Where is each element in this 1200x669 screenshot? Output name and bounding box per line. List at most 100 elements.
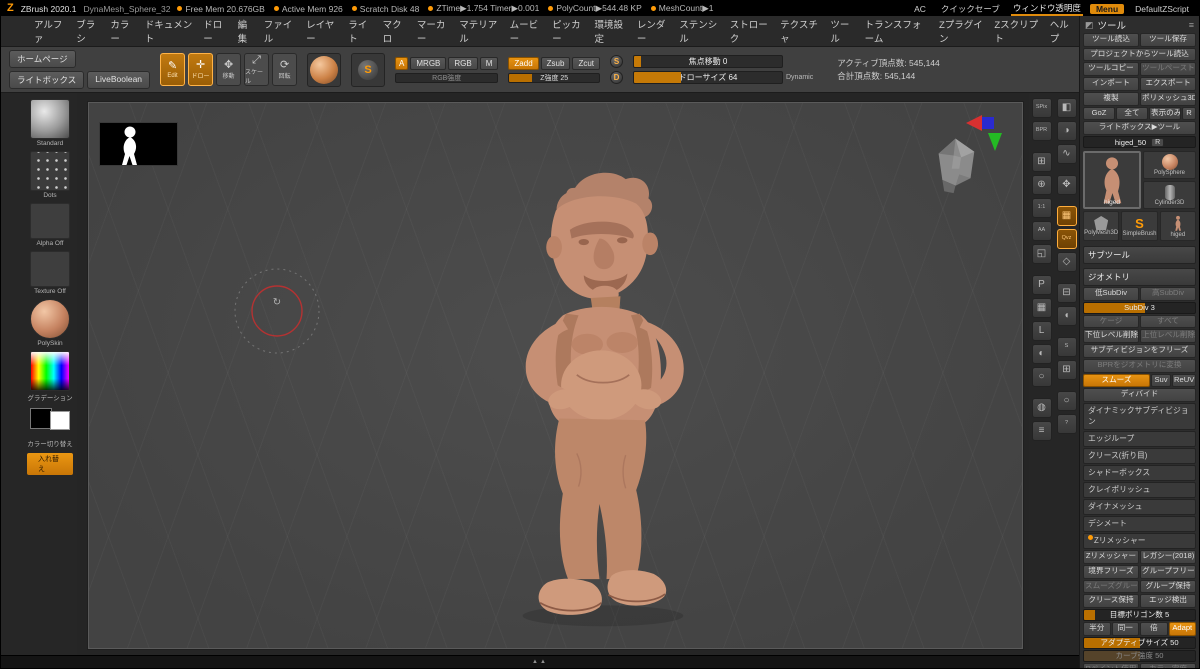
menubar-item[interactable]: トランスフォーム (860, 16, 934, 46)
panel-slider[interactable]: 目標ポリゴン数 5 (1083, 608, 1196, 621)
menubar-item[interactable]: Zスクリプト (989, 16, 1044, 46)
secondary-color-swatch[interactable] (50, 411, 70, 430)
window-opacity-button[interactable]: ウィンドウ透明度 (1010, 2, 1083, 16)
ghost-icon[interactable]: ◍ (1031, 398, 1052, 418)
draw-mode-button[interactable]: ✛ ドロー (188, 53, 214, 86)
transp-icon[interactable]: ○ (1031, 367, 1052, 387)
menu-button[interactable]: Menu (1089, 3, 1125, 14)
panel-button[interactable]: ライトボックス▶ツール (1083, 121, 1196, 136)
panel-button[interactable]: エクスポート (1140, 77, 1196, 91)
polyframe-button[interactable]: ⊞ (1056, 360, 1077, 380)
transparency-button[interactable]: ○ (1056, 391, 1077, 411)
menubar-item[interactable]: ファイル (259, 16, 301, 46)
quicksave-button[interactable]: クイックセーブ (937, 3, 1004, 15)
tool-thumb-polymesh3d[interactable]: PolyMesh3D (1083, 211, 1120, 242)
panel-button[interactable]: BPRをジオメトリに変換 (1083, 358, 1196, 373)
section-subheader[interactable]: シャドーボックス (1083, 465, 1196, 482)
menubar-item[interactable]: マクロ (378, 16, 412, 46)
mrgb-button[interactable]: MRGB (410, 56, 447, 70)
panel-button[interactable]: グループ保持 (1140, 579, 1196, 594)
panel-button[interactable]: 全て (1116, 106, 1148, 121)
panel-button[interactable]: Adapt (1168, 621, 1196, 636)
panel-button[interactable]: スムーズグループ (1083, 579, 1139, 594)
zoom3d-icon[interactable]: ⊕ (1031, 175, 1052, 195)
panel-button[interactable]: Pペイント使用 (1083, 662, 1139, 668)
section-subheader[interactable]: クレイポリッシュ (1083, 482, 1196, 499)
menubar-item[interactable]: レンダー (632, 16, 674, 46)
panel-button[interactable]: ツール保存 (1140, 33, 1196, 47)
panel-button[interactable]: ReUV (1172, 373, 1196, 388)
zadd-button[interactable]: Zadd (508, 56, 539, 70)
section-header[interactable]: サブツール (1083, 246, 1196, 265)
menubar-item[interactable]: ムービー (505, 16, 547, 46)
panel-slider[interactable]: SubDiv 3 (1083, 301, 1196, 314)
panel-button[interactable]: ツールペースト (1140, 62, 1196, 77)
document-canvas[interactable]: ↻ (87, 101, 1024, 650)
panel-button[interactable]: 低SubDiv (1083, 287, 1139, 301)
switch-color-label[interactable]: カラー切り替え (27, 438, 73, 448)
section-subheader[interactable]: デシメート (1083, 516, 1196, 533)
panel-button[interactable]: 半分 (1083, 621, 1111, 636)
panel-button[interactable]: すべて (1140, 314, 1196, 329)
rgb-intensity-slider[interactable]: RGB強度 (395, 72, 499, 83)
edit-mode-button[interactable]: ✎ Edit (160, 53, 186, 86)
current-brush-button[interactable] (307, 52, 342, 87)
m-button[interactable]: M (479, 56, 499, 70)
menubar-item[interactable]: ライト (343, 16, 377, 46)
tray-item-brush[interactable]: Standard (30, 99, 70, 147)
menubar-item[interactable]: ピッカー (547, 16, 589, 46)
section-header[interactable]: ジオメトリ (1083, 268, 1196, 287)
d-badge-icon[interactable]: D (610, 71, 623, 84)
scale-mode-button[interactable]: ⤢ スケール (244, 53, 270, 86)
aahalf-icon[interactable]: AA (1031, 221, 1052, 241)
panel-button[interactable]: ディバイド (1083, 388, 1196, 403)
zsub-button[interactable]: Zsub (540, 56, 571, 70)
qvz-button[interactable]: Qvz (1056, 229, 1077, 249)
current-stroke-button[interactable]: S (351, 52, 386, 87)
panel-button[interactable]: 境界フリーズ (1083, 564, 1139, 579)
tool-palette-header[interactable]: ◩ ツール ≡ (1083, 18, 1196, 33)
panel-button[interactable]: クリース保持 (1083, 594, 1139, 608)
menubar-item[interactable]: ブラシ (71, 16, 105, 46)
tool-thumb-polysphere[interactable]: PolySphere (1143, 151, 1196, 180)
local-sym-icon[interactable]: L (1031, 321, 1052, 341)
panel-slider[interactable]: カーブ強度 50 (1083, 649, 1196, 662)
panel-button[interactable]: ポリメッシュ3D化 (1140, 91, 1196, 106)
panel-button[interactable]: ケージ (1083, 314, 1139, 329)
panel-button[interactable]: 高SubDiv (1140, 287, 1196, 301)
grid-icon[interactable]: ⊟ (1056, 283, 1077, 303)
tool-thumb-cylinder3d[interactable]: Cylinder3D (1143, 181, 1196, 210)
spix-button[interactable]: SPix (1031, 98, 1052, 118)
lsym-icon[interactable]: ◐ (1031, 344, 1052, 364)
bpr-button[interactable]: BPR (1031, 121, 1052, 141)
panel-button[interactable]: カラー密度 (1140, 662, 1196, 668)
menubar-item[interactable]: 環境設定 (589, 16, 631, 46)
active-tool-thumbnail[interactable]: higed (1083, 151, 1141, 210)
tool-thumb-higed[interactable]: higed (1159, 211, 1196, 242)
frame-icon[interactable]: ◱ (1031, 244, 1052, 264)
section-subheader[interactable]: エッジループ (1083, 431, 1196, 448)
persp-icon[interactable]: P (1031, 275, 1052, 295)
rotate-mode-button[interactable]: ⟳ 回転 (272, 53, 298, 86)
z-intensity-slider[interactable]: Z強度 25 (508, 72, 600, 83)
solo-button[interactable]: S (1056, 337, 1077, 357)
menubar-item[interactable]: アルファ (29, 16, 71, 46)
tool-thumb-simplebrush[interactable]: S SimpleBrush (1121, 211, 1158, 242)
shaded-icon[interactable]: ◑ (1056, 121, 1077, 141)
polyframe-icon[interactable]: ≡ (1031, 421, 1052, 441)
main-color-swatch[interactable] (30, 408, 52, 429)
focal-shift-slider[interactable]: 焦点移動 0 (633, 55, 783, 68)
panel-button[interactable]: GoZ (1083, 106, 1115, 121)
silhouette-icon[interactable]: ◖ (1056, 306, 1077, 326)
sculpt-model[interactable] (472, 165, 734, 637)
menubar-item[interactable]: ヘルプ (1045, 16, 1079, 46)
lightbox-button[interactable]: ライトボックス (9, 71, 85, 89)
homepage-button[interactable]: ホームページ (9, 50, 76, 68)
panel-button[interactable]: 複製 (1083, 91, 1139, 106)
panel-button[interactable]: レガシー(2018) (1140, 550, 1196, 564)
livebooleans-button[interactable]: LiveBoolean (87, 71, 151, 89)
default-zscript-button[interactable]: DefaultZScript (1131, 4, 1193, 14)
section-subheader[interactable]: ダイナメッシュ (1083, 499, 1196, 516)
panel-button[interactable]: R (1182, 106, 1196, 121)
menubar-item[interactable]: ドロー (198, 16, 232, 46)
